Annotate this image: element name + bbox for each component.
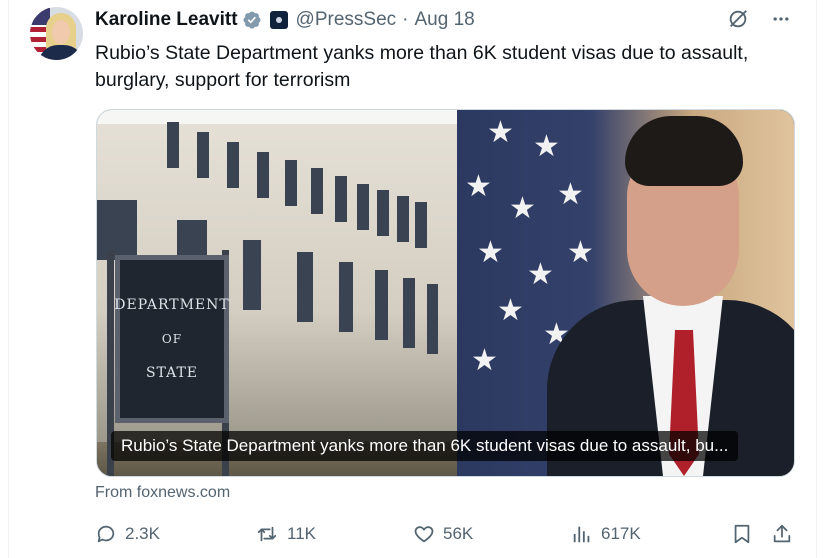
separator-dot: · [402,9,409,30]
tweet-actions: 2.3K 11K 56K 617K [95,520,800,548]
repost-button[interactable]: 11K [255,520,316,548]
person-portrait [547,110,794,476]
affiliation-badge-icon[interactable] [269,11,288,29]
views-icon [573,526,590,543]
share-icon [773,524,791,543]
more-icon[interactable] [771,9,791,29]
link-card-image[interactable]: DEPARTMENT OF STATE ★ ★ ★ ★ ★ ★ ★ ★ ★ ★ … [96,109,795,477]
author-name[interactable]: Karoline Leavitt [95,9,238,31]
state-department-building: DEPARTMENT OF STATE [97,110,472,476]
bookmark-icon [734,524,750,544]
bookmark-button[interactable] [731,520,761,548]
verified-badge-icon[interactable] [242,10,262,30]
author-avatar[interactable] [30,7,83,60]
header-actions [727,8,791,30]
author-handle[interactable]: @PressSec [296,9,397,31]
card-caption[interactable]: Rubio’s State Department yanks more than… [111,431,739,461]
grok-icon[interactable] [727,8,749,30]
tweet-header: Karoline Leavitt @PressSec · Aug 18 [95,8,475,32]
card-source[interactable]: From foxnews.com [95,484,230,502]
heart-icon [414,526,434,543]
reply-count: 2.3K [125,524,160,543]
sign-line-1: DEPARTMENT [114,297,230,313]
repost-icon [257,526,277,542]
reply-button[interactable]: 2.3K [95,520,160,548]
views-count: 617K [601,524,641,543]
repost-count: 11K [287,524,316,543]
share-button[interactable] [771,520,801,548]
timeline-border-left [8,0,9,558]
department-of-state-sign: DEPARTMENT OF STATE [114,255,230,423]
sign-line-2: OF [161,332,183,346]
tweet-date[interactable]: Aug 18 [414,9,474,31]
tweet-text: Rubio’s State Department yanks more than… [95,42,749,91]
like-count: 56K [443,524,474,543]
views-button[interactable]: 617K [571,520,641,548]
sign-line-3: STATE [145,365,199,381]
timeline-border-right [816,0,817,558]
reply-icon [97,525,115,543]
like-button[interactable]: 56K [413,520,473,548]
